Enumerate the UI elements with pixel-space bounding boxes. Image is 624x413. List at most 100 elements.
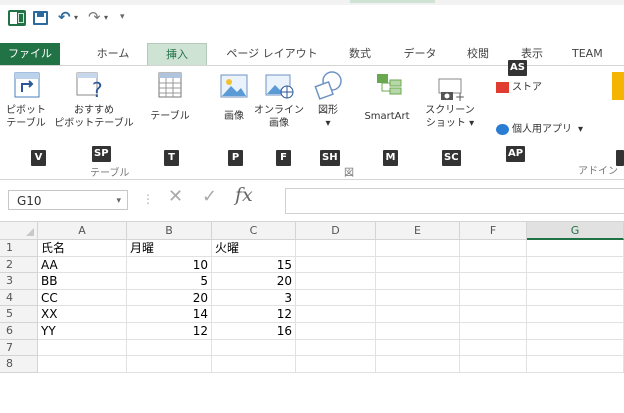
- cell-e3[interactable]: [376, 273, 460, 290]
- cell-f5[interactable]: [460, 306, 527, 323]
- row-header-4[interactable]: 4: [0, 289, 38, 307]
- cell-a7[interactable]: [38, 339, 127, 357]
- cell-a2[interactable]: AA: [38, 256, 127, 274]
- cell-b8[interactable]: [127, 356, 212, 373]
- cell-a3[interactable]: BB: [38, 273, 127, 290]
- cell-b2[interactable]: 10: [127, 256, 212, 274]
- cell-g3[interactable]: [527, 273, 624, 290]
- cell-c4[interactable]: 3: [212, 289, 296, 307]
- cell-c1[interactable]: 火曜: [212, 240, 296, 257]
- cell-f3[interactable]: [460, 273, 527, 290]
- tab-home[interactable]: ホーム: [88, 43, 138, 65]
- cell-c5[interactable]: 12: [212, 306, 296, 323]
- recommended-pivot-icon[interactable]: ?: [76, 70, 106, 100]
- pivot-table-icon[interactable]: [14, 72, 40, 98]
- column-header-g[interactable]: G: [527, 222, 624, 240]
- screenshot-button[interactable]: スクリーン ショット ▾: [420, 104, 480, 130]
- picture-icon[interactable]: [220, 74, 248, 100]
- cell-e4[interactable]: [376, 289, 460, 307]
- cell-g8[interactable]: [527, 356, 624, 373]
- tab-review[interactable]: 校閲: [458, 43, 498, 65]
- cell-d8[interactable]: [296, 356, 376, 373]
- cell-g6[interactable]: [527, 323, 624, 340]
- undo-icon[interactable]: ↶: [58, 8, 71, 26]
- cell-b5[interactable]: 14: [127, 306, 212, 323]
- column-header-a[interactable]: A: [38, 222, 127, 240]
- online-image-button[interactable]: オンライン 画像: [254, 104, 304, 130]
- table-button[interactable]: テーブル: [146, 110, 194, 123]
- column-header-e[interactable]: E: [376, 222, 460, 240]
- smartart-icon[interactable]: [375, 72, 403, 98]
- cell-d2[interactable]: [296, 256, 376, 274]
- row-header-7[interactable]: 7: [0, 339, 38, 357]
- redo-icon[interactable]: ↷: [88, 8, 101, 26]
- row-header-6[interactable]: 6: [0, 323, 38, 340]
- cell-e2[interactable]: [376, 256, 460, 274]
- column-header-c[interactable]: C: [212, 222, 296, 240]
- pivot-table-button[interactable]: ピボット テーブル: [2, 104, 50, 130]
- online-image-icon[interactable]: [265, 74, 295, 100]
- cell-d5[interactable]: [296, 306, 376, 323]
- row-header-8[interactable]: 8: [0, 356, 38, 373]
- cell-g5[interactable]: [527, 306, 624, 323]
- cell-f7[interactable]: [460, 339, 527, 357]
- cell-c8[interactable]: [212, 356, 296, 373]
- row-header-1[interactable]: 1: [0, 240, 38, 257]
- cell-b6[interactable]: 12: [127, 323, 212, 340]
- cell-f1[interactable]: [460, 240, 527, 257]
- cell-b4[interactable]: 20: [127, 289, 212, 307]
- shapes-icon[interactable]: [314, 70, 344, 100]
- cell-b1[interactable]: 月曜: [127, 240, 212, 257]
- cell-f6[interactable]: [460, 323, 527, 340]
- name-box[interactable]: G10 ▾: [8, 190, 128, 210]
- cell-f8[interactable]: [460, 356, 527, 373]
- screenshot-icon[interactable]: +: [438, 78, 464, 102]
- my-apps-dropdown-icon[interactable]: ▾: [578, 124, 583, 135]
- row-header-5[interactable]: 5: [0, 306, 38, 323]
- redo-dropdown-icon[interactable]: ▾: [104, 13, 108, 22]
- table-icon[interactable]: [158, 72, 182, 98]
- column-header-d[interactable]: D: [296, 222, 376, 240]
- cell-e6[interactable]: [376, 323, 460, 340]
- cell-a6[interactable]: YY: [38, 323, 127, 340]
- cell-a1[interactable]: 氏名: [38, 240, 127, 257]
- cell-c3[interactable]: 20: [212, 273, 296, 290]
- tab-data[interactable]: データ: [395, 43, 445, 65]
- cell-f4[interactable]: [460, 289, 527, 307]
- recommended-pivot-button[interactable]: おすすめ ピボットテーブル: [54, 104, 134, 130]
- tab-team[interactable]: TEAM: [572, 43, 624, 65]
- cell-e8[interactable]: [376, 356, 460, 373]
- cell-d7[interactable]: [296, 339, 376, 357]
- cell-d1[interactable]: [296, 240, 376, 257]
- cell-g1[interactable]: [527, 240, 624, 257]
- customize-quick-access-icon[interactable]: ▾: [120, 12, 125, 22]
- name-box-dropdown-icon[interactable]: ▾: [116, 191, 121, 211]
- column-header-f[interactable]: F: [460, 222, 527, 240]
- tab-formulas[interactable]: 数式: [340, 43, 380, 65]
- tab-insert[interactable]: 挿入: [147, 43, 207, 65]
- enter-icon[interactable]: ✓: [202, 186, 217, 207]
- cell-a5[interactable]: XX: [38, 306, 127, 323]
- column-header-b[interactable]: B: [127, 222, 212, 240]
- my-apps-button[interactable]: 個人用アプリ ▾: [496, 122, 583, 136]
- formula-input[interactable]: [285, 188, 624, 214]
- insert-function-icon[interactable]: fx: [235, 184, 253, 206]
- cell-f2[interactable]: [460, 256, 527, 274]
- cancel-icon[interactable]: ✕: [168, 186, 183, 207]
- picture-button[interactable]: 画像: [214, 110, 254, 123]
- cell-b7[interactable]: [127, 339, 212, 357]
- cell-e5[interactable]: [376, 306, 460, 323]
- tab-file[interactable]: ファイル: [0, 43, 60, 65]
- cell-g2[interactable]: [527, 256, 624, 274]
- row-header-3[interactable]: 3: [0, 273, 38, 290]
- cell-b3[interactable]: 5: [127, 273, 212, 290]
- cell-g4[interactable]: [527, 289, 624, 307]
- store-button[interactable]: ストア: [496, 80, 542, 94]
- save-icon[interactable]: [33, 11, 48, 25]
- shapes-button[interactable]: 図形 ▾: [310, 104, 346, 130]
- cell-d3[interactable]: [296, 273, 376, 290]
- cell-c2[interactable]: 15: [212, 256, 296, 274]
- smartart-button[interactable]: SmartArt: [358, 110, 416, 123]
- select-all-corner[interactable]: [0, 222, 38, 240]
- row-header-2[interactable]: 2: [0, 256, 38, 274]
